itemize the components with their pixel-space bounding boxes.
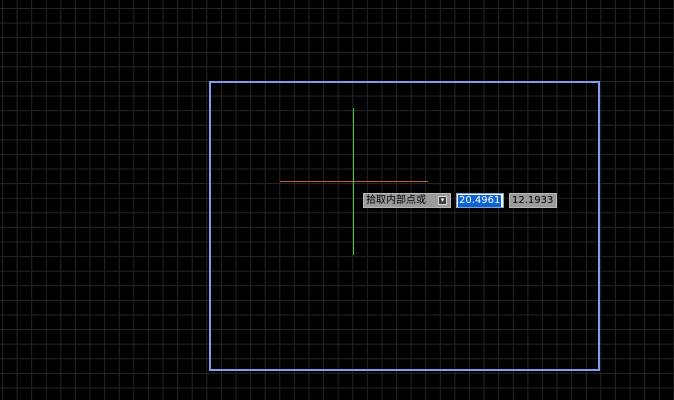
drawing-canvas[interactable]: 拾取内部点或 ▾ 20.4961 12.1933 (0, 0, 674, 400)
y-coordinate-input[interactable]: 12.1933 (509, 193, 557, 208)
command-prompt: 拾取内部点或 ▾ (363, 193, 451, 208)
options-arrow-icon[interactable]: ▾ (438, 196, 447, 205)
crosshair-vertical (353, 108, 354, 255)
dynamic-input-tooltip: 拾取内部点或 ▾ 20.4961 12.1933 (363, 193, 557, 208)
x-coordinate-input[interactable]: 20.4961 (456, 193, 504, 208)
crosshair-horizontal (280, 181, 428, 182)
prompt-text: 拾取内部点或 (366, 195, 426, 206)
rectangle-boundary[interactable] (209, 81, 600, 371)
y-coordinate-value[interactable]: 12.1933 (512, 195, 553, 207)
x-coordinate-value[interactable]: 20.4961 (458, 194, 502, 207)
